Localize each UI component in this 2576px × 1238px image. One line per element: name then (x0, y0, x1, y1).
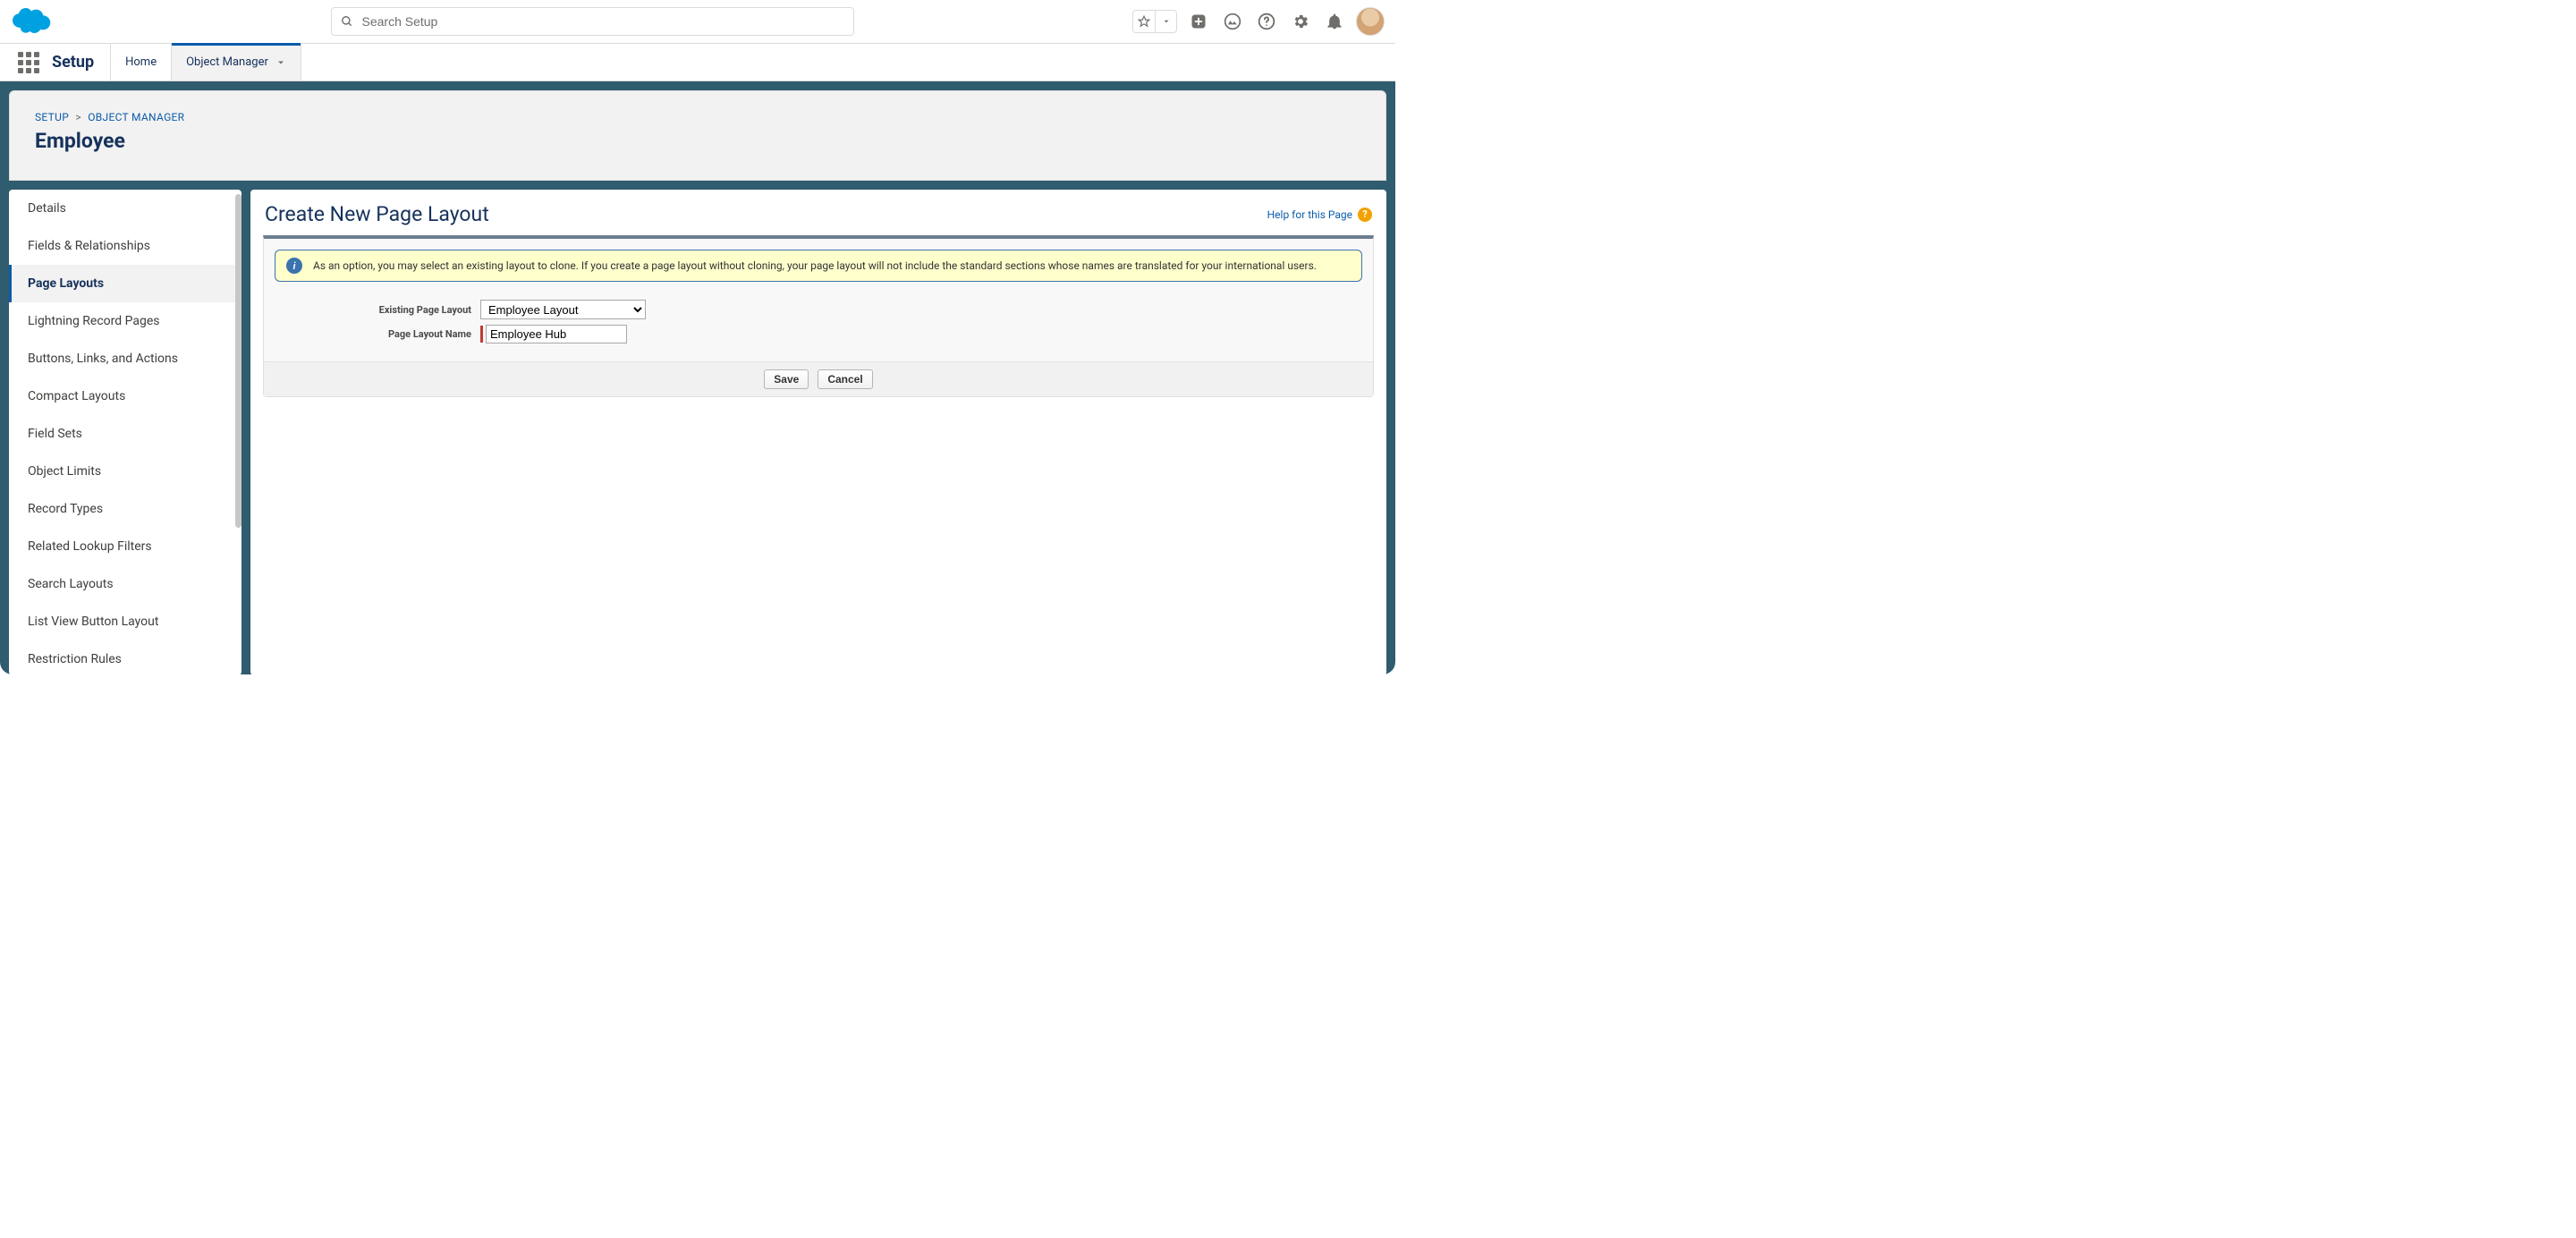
star-icon[interactable] (1133, 11, 1155, 32)
nav-tab-object-manager[interactable]: Object Manager (171, 44, 301, 81)
user-avatar[interactable] (1356, 7, 1385, 36)
trailhead-icon[interactable] (1220, 9, 1245, 34)
page-title: Create New Page Layout (265, 202, 489, 226)
label-page-layout-name: Page Layout Name (275, 328, 480, 340)
form-row-existing-layout: Existing Page Layout Employee Layout (275, 300, 1362, 319)
sidebar-item[interactable]: List View Button Layout (9, 603, 242, 640)
cancel-button[interactable]: Cancel (818, 369, 872, 389)
app-nav: Setup Home Object Manager (0, 44, 1395, 81)
sidebar-item[interactable]: Search Layouts (9, 565, 242, 603)
global-header (0, 0, 1395, 44)
sidebar-item[interactable]: Object Limits (9, 453, 242, 490)
sidebar-item[interactable]: Buttons, Links, and Actions (9, 340, 242, 377)
sidebar-item[interactable]: Record Types (9, 490, 242, 528)
breadcrumb-sep: > (75, 111, 81, 123)
info-icon: i (286, 258, 302, 274)
existing-page-layout-select[interactable]: Employee Layout (480, 300, 646, 319)
search-wrap (52, 7, 1132, 36)
setup-gear-icon[interactable] (1288, 9, 1313, 34)
help-icon: ? (1358, 208, 1372, 222)
sidebar-item[interactable]: Details (9, 190, 242, 227)
sidebar-item[interactable]: Restriction Rules (9, 640, 242, 675)
classic-form-block: i As an option, you may select an existi… (263, 235, 1374, 397)
form-row-page-layout-name: Page Layout Name (275, 325, 1362, 343)
sidebar-item[interactable]: Related Lookup Filters (9, 528, 242, 565)
button-bar: Save Cancel (264, 361, 1373, 396)
notifications-bell-icon[interactable] (1322, 9, 1347, 34)
content-row: DetailsFields & RelationshipsPage Layout… (9, 190, 1386, 675)
sidebar-item[interactable]: Field Sets (9, 415, 242, 453)
breadcrumb-setup[interactable]: SETUP (35, 111, 69, 123)
nav-tab-label: Object Manager (186, 55, 268, 69)
save-button[interactable]: Save (764, 369, 809, 389)
sidebar-item[interactable]: Compact Layouts (9, 377, 242, 415)
breadcrumb-object-manager[interactable]: OBJECT MANAGER (88, 111, 184, 123)
global-search[interactable] (331, 7, 854, 36)
nav-tab-label: Home (125, 55, 157, 69)
page-layout-name-input[interactable] (486, 325, 627, 343)
info-banner-text: As an option, you may select an existing… (313, 259, 1317, 272)
sidebar-item[interactable]: Page Layouts (9, 265, 242, 302)
help-icon[interactable] (1254, 9, 1279, 34)
sidebar-scrollbar[interactable] (235, 194, 242, 671)
breadcrumb: SETUP > OBJECT MANAGER (35, 111, 1360, 123)
sidebar-item[interactable]: Lightning Record Pages (9, 302, 242, 340)
app-launcher-icon (18, 52, 39, 73)
header-actions (1132, 7, 1385, 36)
nav-tab-home[interactable]: Home (110, 44, 171, 81)
search-icon (341, 15, 353, 28)
main-panel: Create New Page Layout Help for this Pag… (250, 190, 1386, 675)
object-title: Employee (35, 129, 1360, 153)
help-for-this-page-link[interactable]: Help for this Page ? (1267, 208, 1372, 222)
app-launcher-button[interactable] (11, 44, 47, 81)
search-input[interactable] (362, 14, 844, 29)
salesforce-cloud-logo[interactable] (11, 7, 52, 36)
global-create-button[interactable] (1186, 9, 1211, 34)
favorites-button[interactable] (1132, 10, 1177, 33)
help-link-label: Help for this Page (1267, 208, 1352, 221)
chevron-down-icon[interactable] (1155, 11, 1176, 32)
main-header: Create New Page Layout Help for this Pag… (263, 199, 1374, 235)
info-banner: i As an option, you may select an existi… (275, 250, 1362, 282)
label-existing-page-layout: Existing Page Layout (275, 304, 480, 316)
sidebar-item[interactable]: Fields & Relationships (9, 227, 242, 265)
content-frame: SETUP > OBJECT MANAGER Employee DetailsF… (0, 81, 1395, 674)
form-rows: Existing Page Layout Employee Layout Pag… (264, 291, 1373, 361)
sidebar: DetailsFields & RelationshipsPage Layout… (9, 190, 242, 675)
chevron-down-icon (275, 57, 286, 68)
sidebar-scrollbar-thumb[interactable] (235, 194, 242, 528)
page-header: SETUP > OBJECT MANAGER Employee (9, 90, 1386, 181)
app-name: Setup (47, 44, 110, 81)
